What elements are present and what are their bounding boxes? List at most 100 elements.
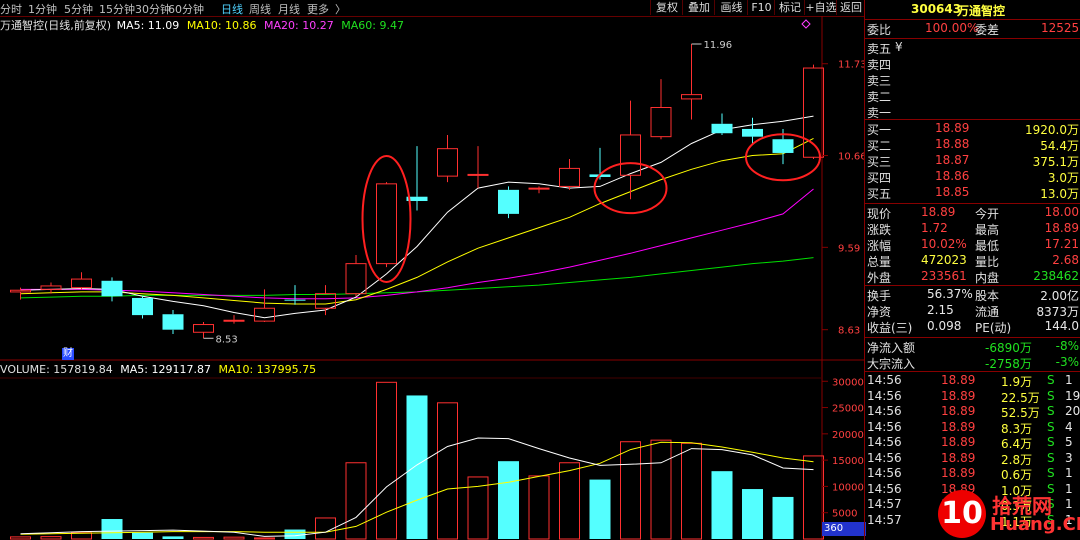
toolbar-button-6[interactable]: 返回 xyxy=(836,0,865,15)
tick-time: 14:56 xyxy=(867,466,902,480)
candle-17 xyxy=(528,186,550,194)
buy-row-2: 买三 18.87 375.1万 xyxy=(865,153,1080,169)
stat-label-2: 量比 xyxy=(975,255,1000,269)
volume-bar-24 xyxy=(742,489,763,539)
tick-row-2[interactable]: 14:56 18.89 52.5万 S 20 xyxy=(865,404,1080,420)
tick-side: S xyxy=(1047,450,1055,465)
tick-time: 14:56 xyxy=(867,419,902,434)
volume-label: VOLUME: 157819.84 xyxy=(0,363,113,376)
watermark-text2: Huang.CN xyxy=(990,514,1080,535)
flow-row-0: 净流入额 -6890万 -8% xyxy=(865,339,1080,355)
candle-body-16 xyxy=(498,189,519,214)
tick-time: 14:57 xyxy=(867,497,902,511)
stat-value-2: 18.89 xyxy=(1044,221,1079,235)
candle-body-21 xyxy=(650,106,672,138)
candle-14 xyxy=(437,134,458,183)
volume-header: VOLUME: 157819.84 MA5: 129117.87 MA10: 1… xyxy=(0,363,316,376)
kline-chart[interactable]: 11.73 10.66 9.59 8.63 30000 25000 20000 15000 10… xyxy=(0,16,864,540)
tick-side: S xyxy=(1047,404,1055,418)
buy-label: 买三 xyxy=(867,155,892,169)
stat-value: 472023 xyxy=(921,253,967,267)
candle-body-0 xyxy=(10,289,31,293)
low-label: 8.53 xyxy=(216,334,238,345)
period-tab-0[interactable]: 分时 xyxy=(0,1,22,17)
volume-bar-3 xyxy=(101,519,123,539)
sell-label: 卖四 xyxy=(867,58,892,72)
tick-count: 20 xyxy=(1065,404,1080,418)
weicha-value: 12525 xyxy=(1041,21,1080,35)
chart-title: 万通智控(日线,前复权) xyxy=(0,19,112,32)
period-tab-7[interactable]: 周线 xyxy=(249,1,271,17)
tick-time: 14:56 xyxy=(867,373,902,387)
tick-row-6[interactable]: 14:56 18.89 0.6万 S 1 xyxy=(865,466,1080,482)
stat2-value-2: 8373万 xyxy=(1036,305,1079,319)
tick-side: S xyxy=(1047,466,1055,480)
flow-pct: -3% xyxy=(1055,355,1079,369)
period-tab-9[interactable]: 更多 xyxy=(307,1,329,17)
price-axis-label-0: 11.73 xyxy=(838,60,864,71)
buy-label: 买四 xyxy=(867,171,892,185)
period-tab-2[interactable]: 5分钟 xyxy=(64,1,93,17)
stat-row-0: 现价 18.89 今开 18.00 xyxy=(865,205,1080,221)
tick-time: 14:56 xyxy=(867,481,902,496)
candle-body-20 xyxy=(620,134,641,176)
tick-volume: 2.8万 xyxy=(1001,452,1033,467)
candle-5 xyxy=(162,309,184,334)
stat2-label-2: 股本 xyxy=(975,289,1000,303)
toolbar-button-1[interactable]: 叠加 xyxy=(682,0,715,15)
tick-count: 4 xyxy=(1065,419,1073,434)
finance-badge[interactable]: 财 xyxy=(62,348,74,360)
flow-value: -6890万 xyxy=(985,341,1032,355)
period-tab-1[interactable]: 1分钟 xyxy=(28,1,57,17)
period-tab-6[interactable]: 日线 xyxy=(221,1,243,17)
period-tab-8[interactable]: 月线 xyxy=(278,1,300,17)
toolbar-button-5[interactable]: +自选 xyxy=(804,0,837,15)
price-axis-label-1: 10.66 xyxy=(838,152,864,163)
sell-label: 卖三 xyxy=(867,74,892,88)
candle-body-22 xyxy=(681,94,702,100)
price-axis-label-2: 9.59 xyxy=(838,243,860,254)
tick-volume: 0.6万 xyxy=(1001,468,1033,482)
toolbar-button-2[interactable]: 画线 xyxy=(714,0,748,15)
candle-body-12 xyxy=(376,183,397,265)
volume-bar-23 xyxy=(711,471,733,539)
stat-label: 涨幅 xyxy=(867,239,892,253)
corner-badge[interactable]: 360 xyxy=(822,522,866,536)
stat2-label-2: PE(动) xyxy=(975,321,1012,335)
tick-row-1[interactable]: 14:56 18.89 22.5万 S 19 xyxy=(865,389,1080,405)
tick-row-4[interactable]: 14:56 18.89 6.4万 S 5 xyxy=(865,435,1080,451)
candle-body-15 xyxy=(467,173,489,176)
toolbar-button-3[interactable]: F10 xyxy=(747,0,775,15)
period-tab-4[interactable]: 30分钟 xyxy=(135,1,171,17)
buy-row-0: 买一 18.89 1920.0万 xyxy=(865,121,1080,137)
watermark-logo: 10 xyxy=(938,490,986,538)
stat-value-2: 18.00 xyxy=(1044,205,1079,219)
stat-value-2: 17.21 xyxy=(1044,237,1079,251)
more-chevron-icon[interactable]: 〉 xyxy=(335,1,346,17)
candle-body-8 xyxy=(254,307,275,322)
tick-volume: 1.9万 xyxy=(1001,375,1033,389)
candle-body-4 xyxy=(132,297,153,316)
buy-price: 18.88 xyxy=(935,137,970,151)
stat2-value-2: 144.0 xyxy=(1044,319,1079,333)
period-tab-5[interactable]: 60分钟 xyxy=(168,1,204,17)
stat-row-1: 涨跌 1.72 最高 18.89 xyxy=(865,221,1080,237)
tick-row-0[interactable]: 14:56 18.89 1.9万 S 1 xyxy=(865,373,1080,389)
sell-row-3: 卖二 xyxy=(865,88,1080,104)
candle-7 xyxy=(223,315,245,324)
stat2-value: 0.098 xyxy=(927,319,962,333)
volume-bar-13 xyxy=(406,395,428,539)
tick-count: 3 xyxy=(1065,450,1073,465)
tick-row-5[interactable]: 14:56 18.89 2.8万 S 3 xyxy=(865,451,1080,467)
candle-body-23 xyxy=(711,123,733,134)
candle-6 xyxy=(193,321,214,339)
candle-21 xyxy=(650,79,672,140)
stat2-value: 2.15 xyxy=(927,303,954,317)
toolbar-button-0[interactable]: 复权 xyxy=(650,0,683,15)
stat2-label: 收益(三) xyxy=(867,321,913,335)
sell-label: 卖五 xyxy=(867,42,892,56)
tick-row-3[interactable]: 14:56 18.89 8.3万 S 4 xyxy=(865,420,1080,436)
period-tab-3[interactable]: 15分钟 xyxy=(99,1,135,17)
volume-bar-19 xyxy=(589,479,611,539)
toolbar-button-4[interactable]: 标记 xyxy=(774,0,805,15)
